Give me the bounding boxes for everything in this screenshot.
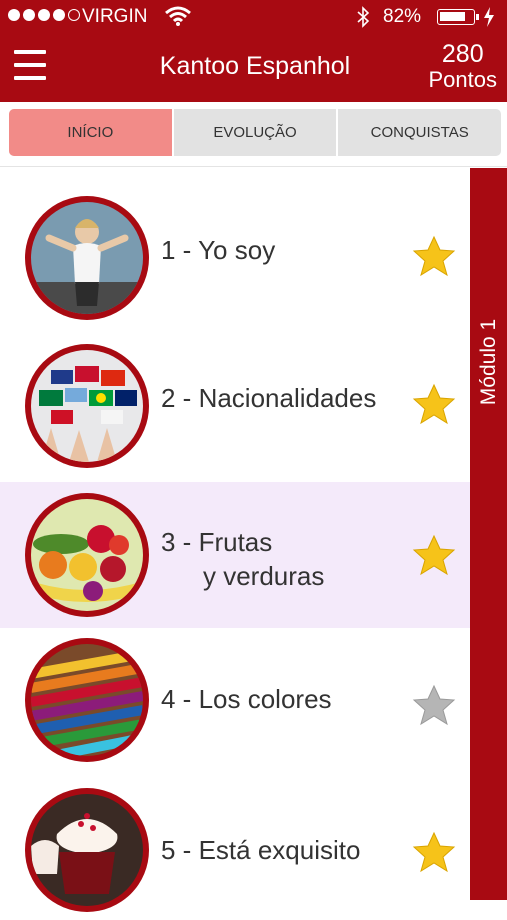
woman-pointing-image	[31, 202, 143, 314]
flags-image	[31, 350, 143, 462]
charging-bolt-icon	[484, 7, 494, 27]
star-icon	[412, 235, 456, 277]
lesson-item[interactable]: 3 - Frutas y verduras	[0, 482, 470, 628]
signal-strength-icon	[8, 9, 80, 21]
app-header: VIRGIN 82% Kantoo Espanhol 280 Pontos	[0, 0, 507, 102]
module-label-text: Módulo 1	[477, 318, 500, 406]
page-title: Kantoo Espanhol	[159, 52, 351, 80]
star-icon	[412, 684, 456, 726]
lesson-thumbnail	[25, 196, 149, 320]
lesson-thumbnail	[25, 788, 149, 912]
bluetooth-icon	[357, 6, 370, 28]
tab-bar: INÍCIO EVOLUÇÃO CONQUISTAS	[9, 109, 501, 156]
lesson-item[interactable]: 1 - Yo soy	[0, 177, 470, 323]
hamburger-menu-icon[interactable]	[14, 50, 46, 80]
tab-inicio[interactable]: INÍCIO	[9, 109, 172, 156]
tab-conquistas[interactable]: CONQUISTAS	[336, 109, 501, 156]
battery-level-fill	[440, 12, 465, 21]
carrier-name: VIRGIN	[82, 6, 148, 27]
fruits-vegetables-image	[31, 499, 143, 611]
lesson-title-line2: y verduras	[203, 561, 325, 591]
points-value: 280	[441, 40, 484, 68]
lesson-title-line1: 4 - Los colores	[161, 684, 332, 714]
star-icon	[412, 534, 456, 576]
lesson-title: 4 - Los colores	[161, 682, 332, 716]
module-label: Módulo 1	[472, 302, 506, 422]
lesson-title-line1: 1 - Yo soy	[161, 235, 276, 265]
lesson-title: 2 - Nacionalidades	[161, 381, 376, 415]
lesson-item[interactable]: 4 - Los colores	[0, 628, 470, 774]
lesson-title: 3 - Frutas y verduras	[161, 525, 324, 593]
battery-icon	[437, 9, 475, 25]
points-label: Pontos	[428, 67, 498, 92]
cupcakes-image	[31, 794, 143, 906]
module-sidebar[interactable]: Módulo 1	[470, 168, 507, 900]
colored-pencils-image	[31, 644, 143, 756]
lesson-title: 1 - Yo soy	[161, 233, 275, 267]
lesson-title-line1: 3 - Frutas	[161, 527, 273, 557]
star-icon	[412, 831, 456, 873]
lesson-thumbnail	[25, 493, 149, 617]
tab-evolucao[interactable]: EVOLUÇÃO	[171, 109, 337, 156]
battery-tip	[476, 14, 479, 20]
points-counter: 280 Pontos	[429, 42, 498, 91]
lesson-item[interactable]: 5 - Está exquisito	[0, 774, 470, 920]
status-bar: VIRGIN 82%	[0, 0, 507, 34]
star-icon	[412, 383, 456, 425]
wifi-icon	[165, 6, 191, 26]
lesson-thumbnail	[25, 344, 149, 468]
lesson-title-line1: 5 - Está exquisito	[161, 835, 361, 865]
lesson-thumbnail	[25, 638, 149, 762]
lesson-list: 1 - Yo soy 2 - Nacionalidades 3 - Frutas…	[0, 167, 470, 912]
lesson-title-line1: 2 - Nacionalidades	[161, 383, 377, 413]
battery-percentage: 82%	[383, 6, 422, 27]
lesson-title: 5 - Está exquisito	[161, 833, 360, 867]
lesson-item[interactable]: 2 - Nacionalidades	[0, 331, 470, 477]
